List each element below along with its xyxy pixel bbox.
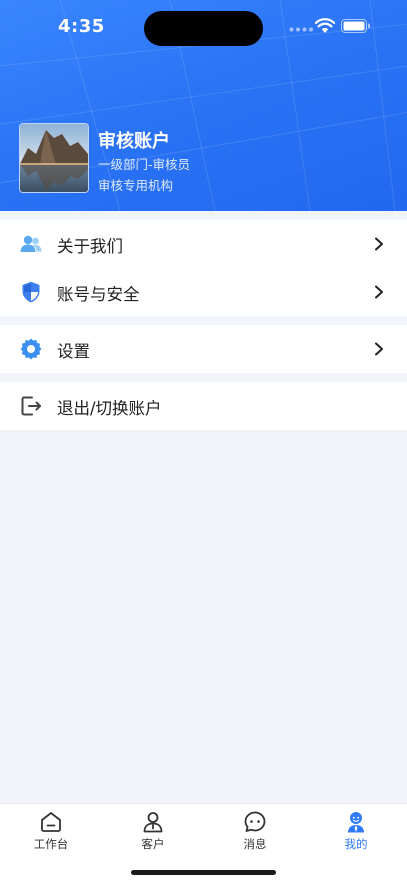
chevron-right-icon (375, 342, 383, 356)
tab-messages-label: 消息 (243, 837, 267, 851)
dynamic-island (144, 11, 263, 46)
menu-group-settings: 设置 (0, 325, 407, 373)
wifi-icon (315, 18, 335, 33)
menu-group-logout: 退出/切换账户 (0, 382, 407, 430)
gear-icon (20, 338, 42, 360)
menu-item-account-security[interactable]: 账号与安全 (0, 268, 407, 316)
person-icon (143, 812, 163, 833)
users-icon (20, 235, 42, 252)
profile-icon (348, 812, 364, 833)
signal-dots-icon (289, 27, 313, 32)
status-time: 4:35 (58, 16, 105, 37)
avatar[interactable] (19, 123, 89, 193)
profile-card[interactable]: 审核账户 一级部门-审核员 审核专用机构 (19, 123, 399, 193)
tab-customers-label: 客户 (141, 837, 165, 851)
home-indicator[interactable] (131, 870, 276, 875)
tab-mine-label: 我的 (344, 837, 368, 851)
profile-name: 审核账户 (98, 131, 170, 152)
tab-workbench-label: 工作台 (33, 837, 69, 851)
chevron-right-icon (375, 285, 383, 299)
menu-item-logout-switch-label: 退出/切换账户 (57, 399, 162, 418)
profile-organization: 审核专用机构 (98, 178, 174, 193)
menu-item-logout-switch[interactable]: 退出/切换账户 (0, 382, 407, 430)
battery-icon (341, 19, 370, 33)
status-bar: 4:35 (0, 0, 407, 56)
tab-customers[interactable]: 客户 (102, 804, 204, 860)
chevron-right-icon (375, 237, 383, 251)
home-icon (41, 812, 61, 832)
menu-item-settings[interactable]: 设置 (0, 325, 407, 373)
menu-item-about-us-label: 关于我们 (57, 237, 123, 256)
tab-mine[interactable]: 我的 (305, 804, 407, 860)
profile-header: 4:35 审核账户 一级部门-审核员 审核专用机构 (0, 0, 407, 211)
tab-workbench[interactable]: 工作台 (0, 804, 102, 860)
logout-icon (21, 396, 41, 416)
avatar-landscape-image (20, 124, 88, 192)
shield-icon (22, 281, 40, 303)
menu-item-about-us[interactable]: 关于我们 (0, 220, 407, 268)
chat-bubble-icon (244, 811, 266, 832)
profile-department-role: 一级部门-审核员 (98, 157, 191, 172)
menu-item-account-security-label: 账号与安全 (57, 285, 140, 304)
menu-item-settings-label: 设置 (57, 342, 90, 361)
menu-group-info: 关于我们 账号与安全 (0, 220, 407, 316)
tab-messages[interactable]: 消息 (204, 804, 306, 860)
